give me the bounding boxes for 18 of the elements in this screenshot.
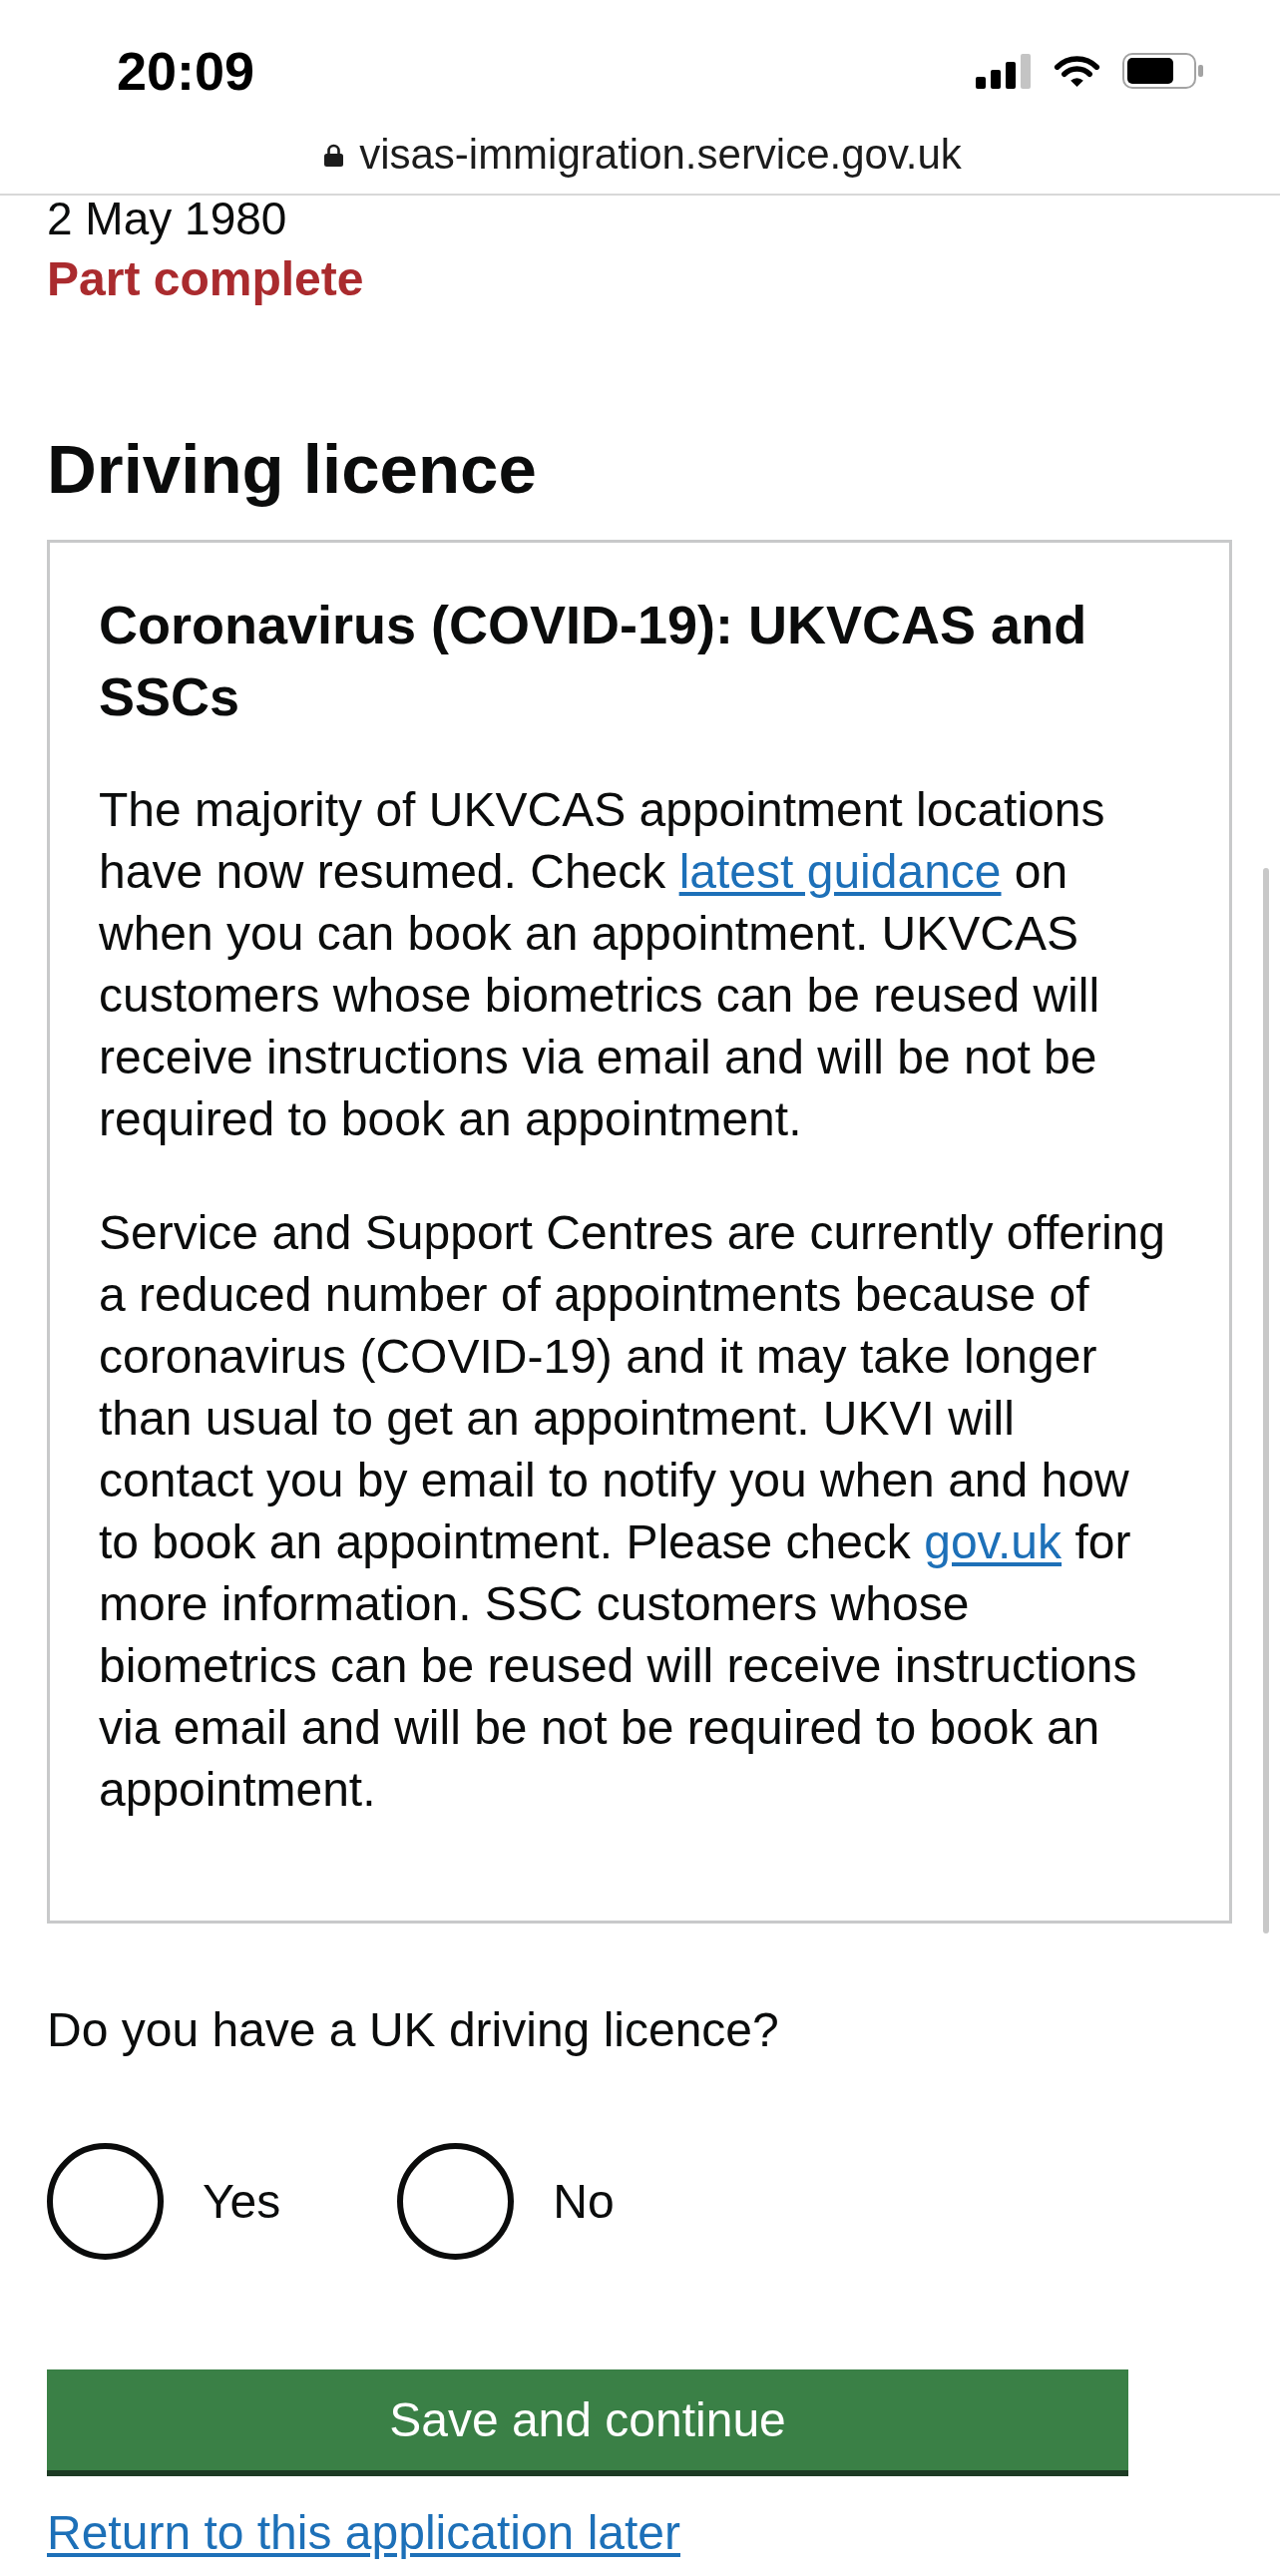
notice-heading: Coronavirus (COVID-19): UKVCAS and SSCs — [99, 594, 1088, 728]
clock-time: 20:09 — [117, 40, 255, 103]
question-label: Do you have a UK driving licence? — [47, 2002, 780, 2058]
section-heading: Driving licence — [47, 430, 538, 510]
save-and-continue-button[interactable]: Save and continue — [47, 2369, 1128, 2476]
wifi-icon — [1052, 54, 1102, 88]
return-later-link[interactable]: Return to this application later — [47, 2506, 680, 2560]
radio-label[interactable]: Yes — [203, 2170, 281, 2233]
inline-link[interactable]: latest guidance — [678, 845, 1002, 898]
notice-paragraph: The majority of UKVCAS appointment locations have now resumed. Check latest guidance on when you can book an appointment. UKVCAS customers whose biometrics can be reused will receive instructions via email and will be not be required to book an appointment. — [99, 782, 1106, 1147]
lock-icon — [324, 143, 344, 167]
address-bar-url[interactable]: visas-immigration.service.gov.uk — [359, 130, 962, 180]
notice-paragraph: Service and Support Centres are currently offering a reduced number of appointments because of coronavirus (COVID-19) and it may take longer than usual to get an appointment. UKVI will contact you by email to notify you when and how to book an appointment. Please check gov.uk for more information. SSC customers whose biometrics can be reused will receive instructions via email and will be not be required to book an appointment. — [99, 1205, 1166, 1818]
radio-label[interactable]: No — [553, 2170, 615, 2233]
battery-icon — [1122, 53, 1204, 89]
status-label: Part complete — [47, 251, 365, 307]
inline-link[interactable]: gov.uk — [924, 1515, 1063, 1568]
signal-icon — [976, 53, 1033, 89]
